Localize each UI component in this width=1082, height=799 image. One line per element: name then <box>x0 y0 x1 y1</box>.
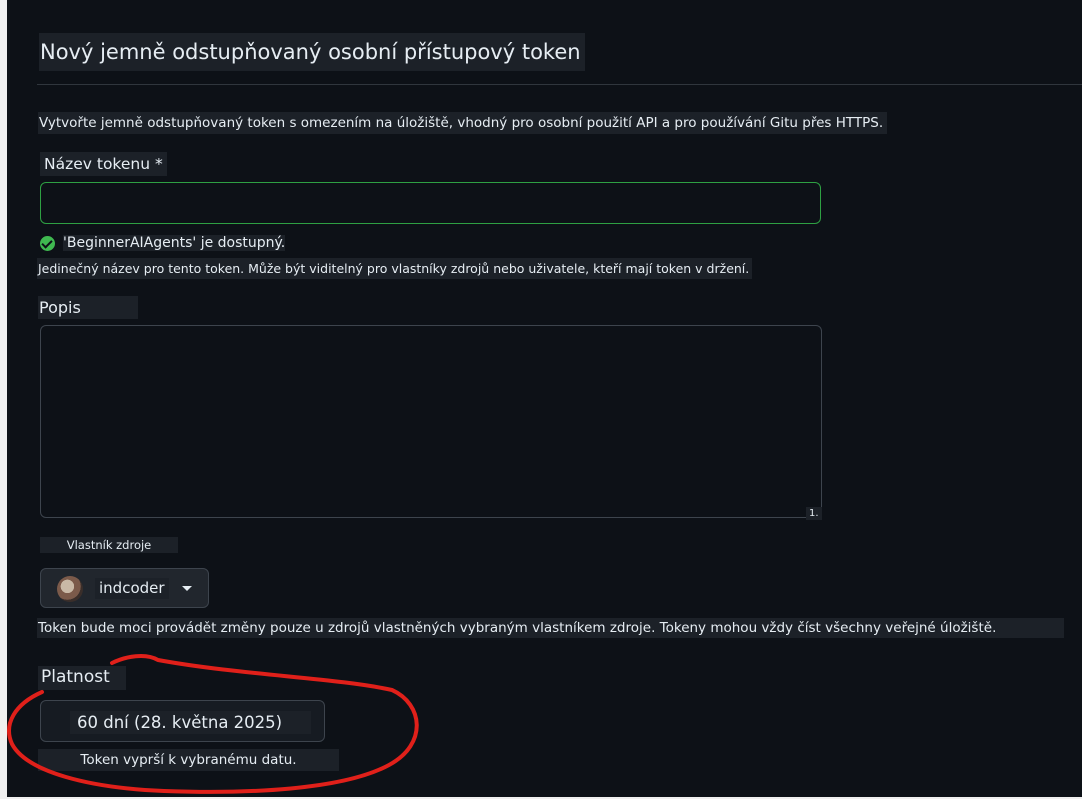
token-name-input[interactable] <box>40 182 821 224</box>
avatar <box>57 576 83 602</box>
left-edge <box>0 0 7 799</box>
availability-text: 'BeginnerAIAgents' je dostupný. <box>63 235 286 251</box>
resource-owner-label: Vlastník zdroje <box>40 537 178 553</box>
token-name-label: Název tokenu * <box>40 152 167 176</box>
check-circle-icon <box>40 235 55 251</box>
page-title: Nový jemně odstupňovaný osobní přístupov… <box>39 33 585 71</box>
expiration-label: Platnost <box>38 666 126 690</box>
expiration-hint: Token vyprší k vybranému datu. <box>38 749 339 771</box>
description-label: Popis <box>38 296 138 319</box>
token-name-hint: Jedinečný název pro tento token. Může bý… <box>37 258 753 279</box>
page-description: Vytvořte jemně odstupňovaný token s omez… <box>38 112 888 134</box>
availability-status: 'BeginnerAIAgents' je dostupný. <box>40 234 286 252</box>
expiration-value: 60 dní (28. května 2025) <box>70 711 311 734</box>
expiration-dropdown[interactable]: 60 dní (28. května 2025) <box>40 700 325 742</box>
description-textarea[interactable] <box>40 325 822 518</box>
owner-name: indcoder <box>95 578 169 599</box>
caret-down-icon <box>182 586 192 591</box>
title-divider <box>37 84 1082 85</box>
resource-owner-hint: Token bude moci provádět změny pouze u z… <box>37 618 1064 638</box>
resource-owner-dropdown[interactable]: indcoder <box>40 568 209 608</box>
description-counter: 1. <box>806 507 822 520</box>
